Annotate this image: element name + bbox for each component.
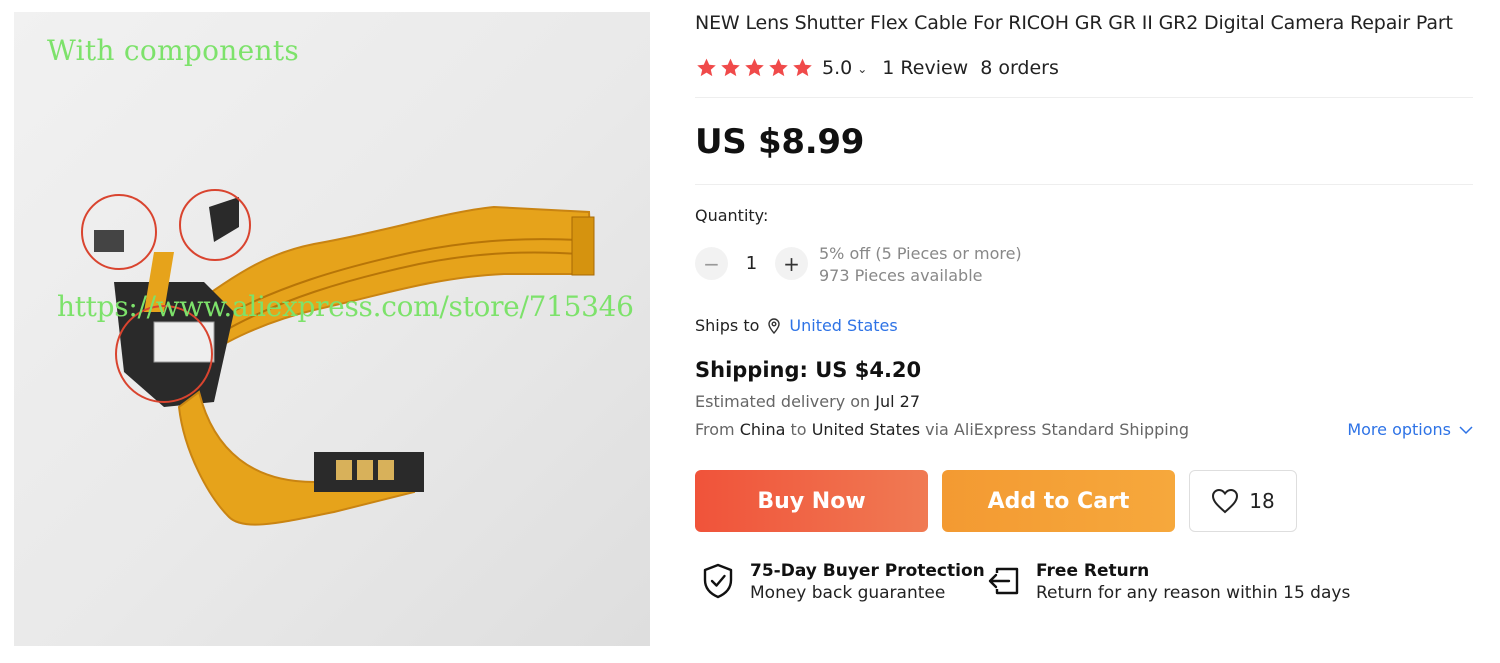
free-return-subtitle: Return for any reason within 15 days [1036, 583, 1351, 603]
quantity-stepper: − 1 + [695, 247, 808, 280]
star-icon [769, 58, 788, 77]
location-pin-icon [768, 317, 781, 334]
free-return[interactable]: Free Return Return for any reason within… [987, 560, 1350, 604]
decrease-quantity-button[interactable]: − [695, 247, 728, 280]
bulk-discount-text: 5% off (5 Pieces or more) [819, 244, 1022, 263]
image-caption: With components [47, 34, 300, 67]
delivery-date: Jul 27 [875, 392, 921, 411]
product-price: US $8.99 [695, 122, 865, 162]
to-label: to [790, 420, 807, 439]
shipping-cost: Shipping: US $4.20 [695, 358, 922, 382]
stock-available-text: 973 Pieces available [819, 266, 983, 285]
buyer-protection[interactable]: 75-Day Buyer Protection Money back guara… [701, 560, 985, 604]
more-options-label: More options [1347, 420, 1451, 439]
chevron-down-icon[interactable]: ⌄ [857, 62, 867, 76]
buyer-protection-title: 75-Day Buyer Protection [750, 561, 985, 581]
shield-check-icon [703, 563, 733, 599]
buyer-protection-subtitle: Money back guarantee [750, 583, 946, 603]
orders-count: 8 orders [980, 57, 1059, 79]
from-country: China [739, 420, 786, 439]
quantity-label: Quantity: [695, 206, 769, 225]
to-country: United States [811, 420, 921, 439]
estimated-delivery: Estimated delivery on Jul 27 [695, 392, 920, 411]
free-return-title: Free Return [1036, 561, 1150, 581]
delivery-prefix: Estimated delivery on [695, 392, 871, 411]
buy-now-button[interactable]: Buy Now [695, 470, 928, 532]
wishlist-count: 18 [1249, 489, 1275, 513]
flex-cable-illustration [81, 189, 595, 526]
product-image[interactable]: With components https://www.aliexpress.c… [14, 12, 650, 646]
rating-value[interactable]: 5.0 [822, 57, 852, 79]
star-icon [745, 58, 764, 77]
divider [695, 97, 1473, 98]
add-to-cart-button[interactable]: Add to Cart [942, 470, 1175, 532]
reviews-link[interactable]: 1 Review [882, 57, 968, 79]
quantity-info: 5% off (5 Pieces or more) 973 Pieces ava… [819, 243, 1022, 287]
image-watermark: https://www.aliexpress.com/store/715346 [57, 290, 634, 323]
more-options-link[interactable]: More options [1347, 420, 1473, 439]
rating-stars [695, 57, 814, 79]
product-title: NEW Lens Shutter Flex Cable For RICOH GR… [695, 12, 1453, 34]
shipping-method: via AliExpress Standard Shipping [925, 420, 1189, 439]
rating-row: 5.0 ⌄ 1 Review 8 orders [695, 55, 1059, 81]
return-arrow-icon [988, 567, 1019, 595]
chevron-down-icon [1459, 425, 1473, 434]
star-icon [697, 58, 716, 77]
quantity-input[interactable]: 1 [728, 253, 775, 274]
ships-to-label: Ships to [695, 316, 760, 335]
shipping-route: From China to United States via AliExpre… [695, 420, 1189, 439]
from-label: From [695, 420, 735, 439]
ships-to-country-link[interactable]: United States [789, 316, 897, 335]
increase-quantity-button[interactable]: + [775, 247, 808, 280]
star-icon [721, 58, 740, 77]
divider [695, 184, 1473, 185]
ships-to-row: Ships to United States [695, 316, 898, 335]
star-icon [793, 58, 812, 77]
wishlist-button[interactable]: 18 [1189, 470, 1297, 532]
heart-icon [1212, 488, 1239, 514]
